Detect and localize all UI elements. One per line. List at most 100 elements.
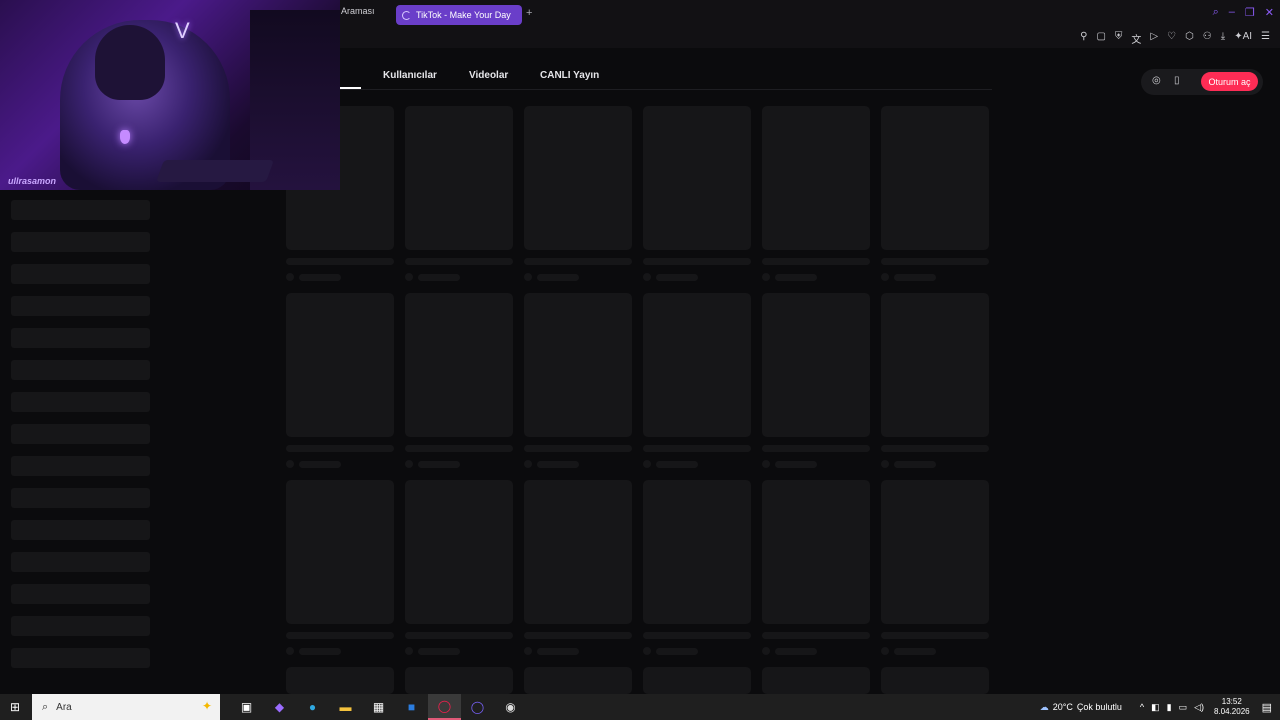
search-tabs-icon[interactable]: ⌕ — [1213, 6, 1219, 19]
app-tray-icon[interactable]: ◧ — [1151, 702, 1160, 713]
shield-icon[interactable]: ⛨ — [1115, 31, 1123, 46]
card-avatar-skeleton — [643, 460, 651, 468]
sidebar-skeleton-item — [11, 488, 150, 508]
windows-start-icon[interactable]: ⊞ — [10, 700, 20, 714]
card-username-skeleton — [656, 461, 698, 468]
card-avatar-skeleton — [881, 273, 889, 281]
loading-spinner-icon — [402, 10, 411, 20]
notification-icon[interactable]: ▤ — [1262, 701, 1272, 714]
video-card-skeleton — [405, 106, 513, 250]
sidebar-skeleton-item — [11, 552, 150, 572]
opera-icon[interactable]: ◯ — [461, 694, 494, 720]
tab-videos[interactable]: Videolar — [469, 70, 508, 81]
ai-button[interactable]: ✦AI — [1234, 31, 1252, 46]
login-button[interactable]: Oturum aç — [1201, 72, 1258, 91]
store-icon[interactable]: ▦ — [362, 694, 395, 720]
card-avatar-skeleton — [643, 647, 651, 655]
weather-desc: Çok bulutlu — [1076, 702, 1122, 712]
card-username-skeleton — [656, 274, 698, 281]
overlay-name: ullrasamon — [8, 176, 57, 186]
tab-live[interactable]: CANLI Yayın — [540, 70, 599, 81]
card-avatar-skeleton — [881, 647, 889, 655]
ai-label: AI — [1242, 31, 1253, 42]
card-avatar-skeleton — [405, 460, 413, 468]
card-username-skeleton — [656, 648, 698, 655]
wolf-logo-icon: V — [175, 18, 190, 43]
card-username-skeleton — [894, 648, 936, 655]
card-username-skeleton — [418, 274, 460, 281]
player-icon[interactable]: ▷ — [1150, 31, 1158, 46]
video-card-skeleton — [643, 480, 751, 624]
video-card-skeleton — [286, 480, 394, 624]
taskbar-search[interactable]: ⌕ Ara ✦ — [32, 694, 220, 720]
copilot-icon[interactable]: ◆ — [263, 694, 296, 720]
taskbar-apps: ▣ ◆ ● ▬ ▦ ■ ◯ ◯ ◉ — [230, 694, 527, 720]
card-avatar-skeleton — [405, 647, 413, 655]
card-caption-skeleton — [762, 632, 870, 639]
pin-icon[interactable]: ⚲ — [1080, 31, 1087, 46]
clock[interactable]: 13:52 8.04.2026 — [1214, 697, 1250, 717]
video-card-skeleton — [643, 293, 751, 437]
sidebar-skeleton-item — [11, 584, 150, 604]
edge-icon[interactable]: ● — [296, 694, 329, 720]
video-card-skeleton — [643, 106, 751, 250]
chevron-up-icon[interactable]: ^ — [1140, 702, 1144, 713]
sidebar-skeleton-item — [11, 520, 150, 540]
cloud-icon: ☁ — [1039, 701, 1049, 712]
translate-icon[interactable]: 文 — [1131, 31, 1141, 46]
sidebar-skeleton-item — [11, 200, 150, 220]
hood-shape — [95, 25, 165, 100]
weather-temp: 20°C — [1052, 702, 1073, 712]
task-view-icon[interactable]: ▣ — [230, 694, 263, 720]
download-icon[interactable]: ⤓ — [1221, 31, 1225, 46]
phone-icon[interactable]: ▯ — [1174, 75, 1180, 86]
volume-icon[interactable]: ◁) — [1194, 702, 1204, 713]
card-avatar-skeleton — [762, 460, 770, 468]
minimize-icon[interactable]: – — [1229, 6, 1235, 19]
chrome-icon[interactable]: ◉ — [494, 694, 527, 720]
taskbar: ⊞ ⌕ Ara ✦ ▣ ◆ ● ▬ ▦ ■ ◯ ◯ ◉ ☁ 20°C Çok b… — [0, 694, 1280, 720]
video-card-skeleton — [524, 667, 632, 694]
card-caption-skeleton — [762, 258, 870, 265]
clock-date: 8.04.2026 — [1214, 707, 1250, 716]
menu-icon[interactable]: ☰ — [1261, 31, 1270, 46]
card-avatar-skeleton — [762, 273, 770, 281]
microphone-icon[interactable]: ▮ — [1167, 702, 1172, 713]
snapshot-icon[interactable]: ▢ — [1096, 31, 1105, 46]
video-card-skeleton — [881, 106, 989, 250]
card-avatar-skeleton — [643, 273, 651, 281]
extensions-icon[interactable]: ⬡ — [1185, 31, 1194, 46]
sidebar-skeleton-item — [11, 648, 150, 668]
card-caption-skeleton — [762, 445, 870, 452]
card-caption-skeleton — [405, 258, 513, 265]
new-tab-plus-icon[interactable]: + — [526, 7, 532, 19]
account-icon[interactable]: ⚇ — [1203, 31, 1212, 46]
file-explorer-icon[interactable]: ▬ — [329, 694, 362, 720]
card-caption-skeleton — [286, 258, 394, 265]
card-username-skeleton — [299, 274, 341, 281]
tab-previous[interactable]: Araması — [341, 6, 375, 16]
card-caption-skeleton — [405, 445, 513, 452]
opera-gx-icon[interactable]: ◯ — [428, 694, 461, 720]
outlook-icon[interactable]: ■ — [395, 694, 428, 720]
card-username-skeleton — [537, 461, 579, 468]
video-card-skeleton — [643, 667, 751, 694]
close-icon[interactable]: ✕ — [1265, 6, 1274, 19]
card-caption-skeleton — [643, 258, 751, 265]
network-icon[interactable]: ▭ — [1179, 702, 1188, 713]
video-card-skeleton — [762, 293, 870, 437]
glow-emblem — [120, 130, 130, 144]
compass-icon[interactable]: ◎ — [1152, 75, 1161, 86]
heart-icon[interactable]: ♡ — [1167, 31, 1176, 46]
system-tray: ☁ 20°C Çok bulutlu ^ ◧ ▮ ▭ ◁) 13:52 8.04… — [1040, 694, 1280, 720]
video-card-skeleton — [286, 667, 394, 694]
weather-widget[interactable]: ☁ 20°C Çok bulutlu — [1040, 702, 1122, 713]
video-card-skeleton — [524, 480, 632, 624]
restore-icon[interactable]: ❐ — [1245, 6, 1255, 19]
card-username-skeleton — [537, 274, 579, 281]
video-card-skeleton — [405, 667, 513, 694]
sidebar-skeleton-item — [11, 360, 150, 380]
tab-users[interactable]: Kullanıcılar — [383, 70, 437, 81]
tab-tiktok[interactable]: TikTok - Make Your Day — [396, 5, 522, 25]
card-username-skeleton — [418, 648, 460, 655]
